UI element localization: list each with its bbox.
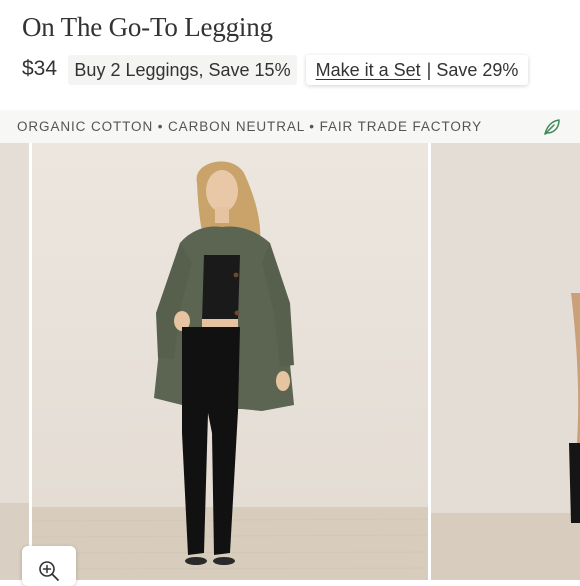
product-attributes-text: ORGANIC COTTON • CARBON NEUTRAL • FAIR T… <box>17 119 483 134</box>
bundle-offer-badge[interactable]: Buy 2 Leggings, Save 15% <box>68 55 297 85</box>
main-product-image[interactable] <box>32 143 428 580</box>
make-it-a-set-offer[interactable]: Make it a Set | Save 29% <box>306 55 528 85</box>
product-attributes-bar: ORGANIC COTTON • CARBON NEUTRAL • FAIR T… <box>0 110 580 143</box>
leaf-icon[interactable] <box>542 117 562 137</box>
product-price: $34 <box>22 57 58 80</box>
next-image-photo <box>431 143 580 580</box>
offer-separator: | <box>426 59 432 80</box>
zoom-button[interactable] <box>22 546 76 586</box>
zoom-in-icon <box>39 561 59 581</box>
bundle-offer-label: Buy 2 Leggings, Save 15% <box>74 59 291 80</box>
product-title: On The Go-To Legging <box>22 12 273 42</box>
next-product-image[interactable] <box>431 143 580 580</box>
previous-image-photo <box>0 143 29 580</box>
make-it-a-set-link[interactable]: Make it a Set <box>316 60 421 81</box>
set-savings-label: Save 29% <box>436 59 519 80</box>
previous-product-image[interactable] <box>0 143 29 580</box>
product-image-gallery[interactable] <box>0 143 580 580</box>
model-photo <box>32 143 428 580</box>
